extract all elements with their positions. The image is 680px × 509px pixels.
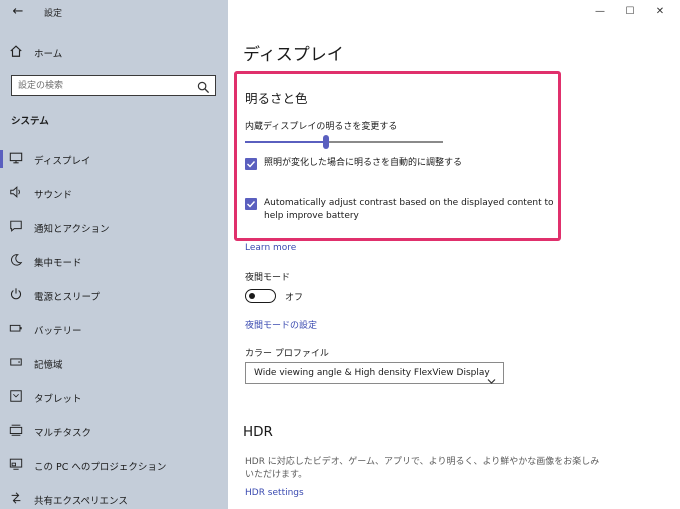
sidebar-item-tablet[interactable]: タブレット	[0, 384, 228, 410]
night-light-state: オフ	[285, 293, 304, 303]
battery-icon	[9, 321, 25, 337]
night-light-settings-link[interactable]: 夜間モードの設定	[245, 318, 317, 331]
search-box[interactable]	[11, 75, 216, 96]
tablet-icon	[9, 389, 25, 405]
speaker-icon	[9, 185, 25, 201]
toggle-knob	[249, 292, 255, 299]
hdr-heading: HDR	[243, 424, 273, 440]
sidebar-item-label: 記憶域	[34, 360, 63, 371]
sidebar-item-storage[interactable]: 記憶域	[0, 350, 228, 376]
checkmark-icon	[247, 201, 256, 208]
sidebar-item-label: 通知とアクション	[34, 224, 110, 235]
page-title: ディスプレイ	[243, 45, 344, 65]
active-indicator	[0, 150, 3, 168]
brightness-heading: 明るさと色	[245, 91, 308, 106]
hdr-settings-link[interactable]: HDR settings	[245, 488, 304, 498]
sidebar-item-multitask[interactable]: マルチタスク	[0, 418, 228, 444]
color-profile-label: カラー プロファイル	[245, 349, 329, 359]
sidebar-item-shared-experiences[interactable]: 共有エクスペリエンス	[0, 486, 228, 509]
brightness-slider-thumb[interactable]	[323, 135, 329, 149]
hdr-description-line1: HDR に対応したビデオ、ゲーム、アプリで、より明るく、より鮮やかな画像をお楽し…	[245, 457, 600, 467]
auto-brightness-label: 照明が変化した場合に明るさを自動的に調整する	[264, 158, 463, 168]
storage-icon	[9, 355, 25, 371]
night-light-label: 夜間モード	[245, 273, 291, 283]
sidebar-item-focus[interactable]: 集中モード	[0, 248, 228, 274]
hdr-description: HDR に対応したビデオ、ゲーム、アプリで、より明るく、より鮮やかな画像をお楽し…	[245, 456, 600, 482]
projection-icon	[9, 457, 25, 473]
sidebar-item-battery[interactable]: バッテリー	[0, 316, 228, 342]
sidebar-item-notifications[interactable]: 通知とアクション	[0, 214, 228, 240]
sidebar-item-label: 共有エクスペリエンス	[34, 496, 128, 507]
color-profile-value: Wide viewing angle & High density FlexVi…	[254, 368, 490, 378]
sidebar-item-label: 電源とスリープ	[34, 292, 100, 303]
brightness-slider-fill	[245, 141, 326, 143]
sidebar-item-sound[interactable]: サウンド	[0, 180, 228, 206]
sidebar-item-power[interactable]: 電源とスリープ	[0, 282, 228, 308]
search-input[interactable]	[18, 78, 188, 93]
sidebar-item-label: サウンド	[34, 190, 73, 201]
auto-contrast-label-line2: help improve battery	[264, 211, 359, 221]
sidebar-item-label: タブレット	[34, 394, 82, 405]
hdr-description-line2: いただけます。	[245, 470, 308, 480]
back-button[interactable]: ←	[8, 3, 28, 21]
back-arrow-icon: ←	[12, 4, 24, 19]
close-button[interactable]: ✕	[646, 4, 674, 20]
home-label: ホーム	[34, 49, 63, 60]
section-title-system: システム	[11, 116, 49, 127]
close-icon: ✕	[655, 6, 665, 17]
share-icon	[9, 491, 25, 507]
night-light-toggle[interactable]	[245, 289, 276, 303]
learn-more-link[interactable]: Learn more	[245, 243, 296, 253]
home-nav-item[interactable]: ホーム	[0, 40, 228, 62]
monitor-icon	[9, 151, 25, 167]
sidebar: ← 設定 ホーム システム ディスプレイ サウンド 通知とアクション	[0, 0, 228, 509]
titlebar: ← 設定	[0, 0, 228, 26]
search-icon[interactable]	[197, 79, 210, 94]
color-profile-dropdown[interactable]: Wide viewing angle & High density FlexVi…	[245, 362, 504, 384]
sidebar-item-label: この PC へのプロジェクション	[34, 462, 167, 473]
multitask-icon	[9, 423, 25, 439]
sidebar-item-projection[interactable]: この PC へのプロジェクション	[0, 452, 228, 478]
auto-brightness-checkbox[interactable]	[245, 158, 257, 170]
app-title: 設定	[44, 9, 63, 19]
message-icon	[9, 219, 25, 235]
sidebar-item-label: マルチタスク	[34, 428, 92, 439]
main-panel: — ☐ ✕ ディスプレイ 明るさと色 内蔵ディスプレイの明るさを変更する 照明が…	[228, 0, 680, 509]
brightness-slider[interactable]	[245, 135, 443, 149]
home-icon	[9, 44, 25, 60]
auto-contrast-checkbox[interactable]	[245, 198, 257, 210]
checkmark-icon	[247, 161, 256, 168]
minimize-button[interactable]: —	[586, 4, 614, 20]
sidebar-item-label: 集中モード	[34, 258, 82, 269]
power-icon	[9, 287, 25, 303]
maximize-button[interactable]: ☐	[616, 4, 644, 20]
auto-contrast-label: Automatically adjust contrast based on t…	[264, 197, 564, 223]
moon-icon	[9, 253, 25, 269]
sidebar-item-label: バッテリー	[34, 326, 82, 337]
sidebar-item-label: ディスプレイ	[34, 156, 91, 167]
chevron-down-icon	[487, 370, 496, 384]
auto-contrast-label-line1: Automatically adjust contrast based on t…	[264, 198, 554, 208]
maximize-icon: ☐	[625, 6, 635, 17]
brightness-slider-label: 内蔵ディスプレイの明るさを変更する	[245, 122, 398, 132]
minimize-icon: —	[595, 6, 605, 17]
sidebar-item-display[interactable]: ディスプレイ	[0, 146, 228, 172]
